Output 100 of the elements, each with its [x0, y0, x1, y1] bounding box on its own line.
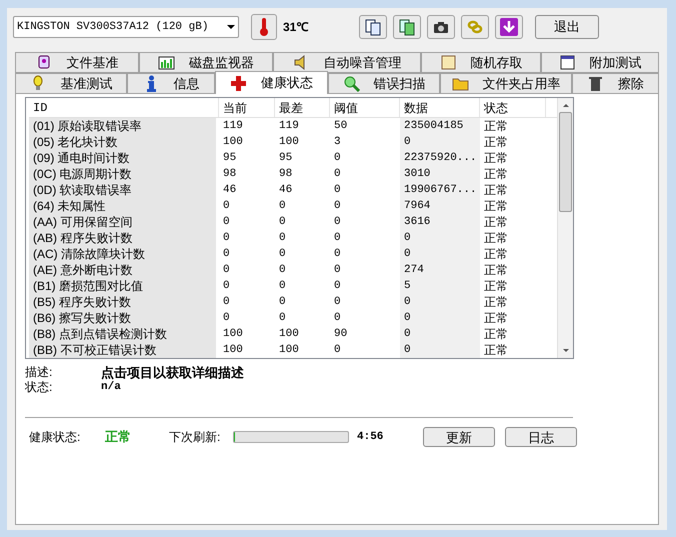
table-cell: 22375920... [400, 150, 480, 166]
table-cell: (B8) 点到点错误检测计数 [29, 326, 216, 342]
table-cell: 19906767... [400, 182, 480, 198]
table-cell: (B1) 磨损范围对比值 [29, 278, 216, 294]
table-cell: 3010 [400, 166, 480, 182]
table-cell: (64) 未知属性 [29, 198, 216, 214]
table-cell-text: 46 [222, 183, 238, 198]
table-cell-text: 0 [333, 183, 342, 198]
table-cell: 7964 [400, 198, 480, 214]
table-cell: 3616 [400, 214, 480, 230]
table-cell: (AA) 可用保留空间 [29, 214, 216, 230]
table-cell-text: 0 [278, 199, 287, 214]
tab[interactable]: 文件夹占用率 [440, 73, 572, 94]
table-cell-text: 0 [333, 151, 342, 166]
table-cell: 0 [400, 230, 480, 246]
tab[interactable]: 健康状态 [215, 71, 328, 94]
calendar-icon [558, 54, 576, 71]
drive-dropdown[interactable]: KINGSTON SV300S37A12 (120 gB) [13, 16, 239, 38]
thermometer-button[interactable] [251, 14, 277, 40]
chain-icon [466, 18, 484, 36]
table-cell: 0 [400, 246, 480, 262]
toolbar-button[interactable] [393, 15, 421, 39]
table-cell: (AE) 意外断电计数 [29, 262, 216, 278]
table-cell: (AB) 程序失败计数 [29, 230, 216, 246]
table-cell-text: 正常 [483, 166, 509, 182]
table-cell-text: 100 [278, 135, 300, 150]
table-cell-text: 正常 [483, 198, 509, 214]
scrollbar[interactable] [557, 98, 573, 358]
toolbar-button[interactable] [427, 15, 455, 39]
toolbar-button[interactable] [359, 15, 387, 39]
scrollbar-thumb[interactable] [559, 112, 572, 212]
table-cell: (09) 通电时间计数 [29, 150, 216, 166]
trash-icon [587, 75, 604, 92]
field-label: 状态: [25, 380, 54, 395]
table-cell: 235004185 [400, 118, 480, 134]
status-value: n/a [101, 380, 122, 395]
download-button[interactable] [495, 15, 523, 39]
table-cell: (AC) 清除故障块计数 [29, 246, 216, 262]
table-cell: (B5) 程序失败计数 [29, 294, 216, 310]
table-cell-text: 0 [222, 247, 231, 262]
tab[interactable]: 附加测试 [541, 52, 659, 73]
tab[interactable]: 随机存取 [421, 52, 541, 73]
table-cell-text: 0 [222, 263, 231, 278]
table-cell-text: 98 [222, 167, 238, 182]
exit-button[interactable]: 退出 [535, 15, 599, 39]
caret-icon [227, 25, 235, 29]
table-cell-text: 100 [222, 327, 244, 342]
column-header[interactable]: 最差 [275, 98, 330, 117]
table-cell-text: 100 [278, 343, 300, 358]
table-cell-text: 0 [222, 311, 231, 326]
health-label: 健康状态: [29, 429, 82, 446]
tab[interactable]: 自动噪音管理 [273, 52, 421, 73]
countdown-text: 4:56 [357, 430, 384, 445]
table-cell-text: 100 [278, 327, 300, 342]
table-cell-text: 正常 [483, 278, 509, 294]
table-cell-text: 0 [333, 247, 342, 262]
table-cell-text: 正常 [483, 310, 509, 326]
table-cell-text: 119 [222, 119, 244, 134]
table-cell-text: 0 [278, 295, 287, 310]
table-cell-text: 0 [278, 231, 287, 246]
table-cell: 0 [400, 326, 480, 342]
column-header[interactable]: 数据 [400, 98, 480, 117]
table-cell: (05) 老化块计数 [29, 134, 216, 150]
description-text: 点击项目以获取详细描述 [101, 365, 245, 380]
table-cell: (0C) 电源周期计数 [29, 166, 216, 182]
table-cell-text: 0 [333, 279, 342, 294]
table-cell-text: 0 [333, 343, 342, 358]
copy-icon [364, 18, 382, 36]
table-cell-text: 0 [222, 199, 231, 214]
table-cell-text: 正常 [483, 118, 509, 134]
column-header[interactable]: ID [29, 98, 219, 117]
tab[interactable]: 基准测试 [15, 73, 127, 94]
table-cell-text: 0 [222, 295, 231, 310]
table-cell-text: 98 [278, 167, 294, 182]
tab[interactable]: 信息 [127, 73, 215, 94]
table-cell: 0 [400, 342, 480, 358]
table-cell-text: 3 [333, 135, 342, 150]
table-cell-text: 95 [222, 151, 238, 166]
table-cell-text: 正常 [483, 246, 509, 262]
column-header[interactable]: 当前 [219, 98, 275, 117]
column-header[interactable]: 阈值 [330, 98, 400, 117]
table-cell-text: 0 [222, 231, 231, 246]
table-cell-text: 0 [278, 215, 287, 230]
log-button[interactable]: 日志 [505, 427, 577, 447]
thermometer-icon [259, 17, 269, 37]
document-icon [36, 54, 52, 71]
table-cell-text: 正常 [483, 230, 509, 246]
table-cell-text: 正常 [483, 182, 509, 198]
tab[interactable]: 擦除 [572, 73, 659, 94]
tab[interactable]: 错误扫描 [328, 73, 440, 94]
table-cell-text: 正常 [483, 150, 509, 166]
tab[interactable]: 文件基准 [15, 52, 139, 73]
table-cell: 0 [400, 294, 480, 310]
column-header[interactable]: 状态 [480, 98, 546, 117]
update-button[interactable]: 更新 [423, 427, 495, 447]
tab[interactable]: 磁盘监视器 [139, 52, 273, 73]
table-cell-text: 0 [333, 215, 342, 230]
table-cell: 274 [400, 262, 480, 278]
table-cell-text: 0 [278, 247, 287, 262]
refresh-label: 下次刷新: [169, 429, 222, 446]
